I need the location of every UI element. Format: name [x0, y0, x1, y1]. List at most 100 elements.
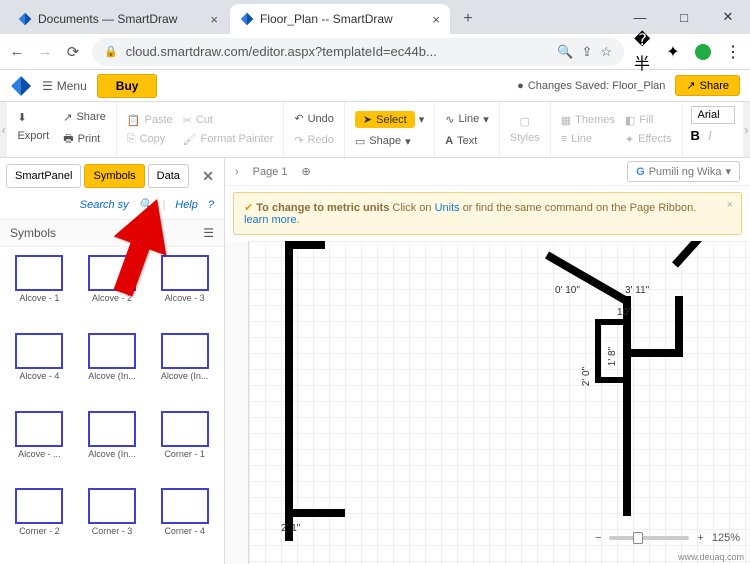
check-icon: ●: [517, 80, 524, 92]
print-button[interactable]: 🖶Print: [63, 130, 106, 149]
share-button[interactable]: ↗ Share: [675, 75, 740, 96]
ribbon-scroll-right[interactable]: ›: [743, 102, 750, 157]
extensions-puzzle-icon[interactable]: ✦: [664, 43, 682, 61]
fill-button[interactable]: ◧Fill: [625, 114, 672, 127]
paste-icon: 📋: [127, 114, 141, 127]
dimension-label: 2' 0": [581, 367, 592, 386]
fill-icon: ◧: [625, 114, 635, 127]
learn-more-link[interactable]: learn more: [244, 214, 297, 226]
share-ribbon-button[interactable]: ↗Share: [63, 111, 106, 124]
effects-button[interactable]: ✦Effects: [625, 133, 672, 146]
forward-button[interactable]: →: [36, 43, 54, 60]
undo-icon: ↶: [294, 112, 303, 125]
maximize-button[interactable]: □: [662, 0, 706, 34]
font-select[interactable]: Arial: [691, 106, 735, 124]
extension-icon-1[interactable]: �半: [634, 43, 652, 61]
download-icon: ⬇: [17, 111, 26, 124]
ribbon-group-tools: ➤Select▾ ▭Shape▾: [345, 102, 435, 157]
expand-icon[interactable]: ›: [235, 166, 239, 178]
smartdraw-favicon-icon: [18, 12, 32, 26]
themes-button[interactable]: ▦Themes: [561, 114, 615, 127]
export-button[interactable]: ⬇: [17, 111, 49, 124]
zoom-control: − + 125%: [595, 532, 740, 544]
watermark: www.deuaq.com: [678, 552, 744, 562]
reload-button[interactable]: ⟳: [64, 43, 82, 61]
menu-button[interactable]: ☰ Menu: [42, 79, 87, 93]
symbol-item[interactable]: Corner - 1: [149, 407, 220, 483]
back-button[interactable]: ←: [8, 43, 26, 60]
symbol-item[interactable]: Corner - 3: [77, 484, 148, 560]
symbol-item[interactable]: Alcove (In...: [149, 329, 220, 405]
zoom-out-button[interactable]: −: [595, 532, 601, 544]
shape-tool[interactable]: ▭Shape▾: [355, 135, 424, 148]
list-view-icon[interactable]: ☰: [203, 226, 214, 240]
italic-button[interactable]: I: [708, 128, 712, 143]
dimension-label: 3' 11": [625, 285, 649, 296]
canvas-top-bar: › Page 1 ⊕ G Pumili ng Wika ▾: [225, 158, 750, 186]
star-icon[interactable]: ☆: [600, 44, 612, 60]
panel-close-button[interactable]: ✕: [198, 168, 218, 185]
ribbon-scroll-left[interactable]: ‹: [0, 102, 7, 157]
symbol-item[interactable]: Alcove - ...: [4, 407, 75, 483]
cursor-icon: ➤: [363, 113, 372, 126]
bold-button[interactable]: B: [691, 128, 700, 143]
smartdraw-logo-icon[interactable]: [10, 75, 32, 97]
line-tool[interactable]: ∿Line▾: [445, 113, 489, 126]
line-style-button[interactable]: ≡Line: [561, 133, 615, 145]
browser-tab-2[interactable]: Floor_Plan -- SmartDraw ×: [230, 4, 450, 34]
symbol-item[interactable]: Alcove (In...: [77, 329, 148, 405]
close-window-button[interactable]: ✕: [706, 0, 750, 34]
ribbon-group-styles: ▢Styles: [500, 102, 551, 157]
chrome-menu-button[interactable]: ⋮: [724, 43, 742, 61]
close-icon[interactable]: ×: [210, 12, 218, 27]
tab-title: Floor_Plan -- SmartDraw: [260, 12, 393, 26]
symbol-item[interactable]: Corner - 2: [4, 484, 75, 560]
paste-button[interactable]: 📋Paste: [127, 114, 173, 127]
select-tool[interactable]: ➤Select▾: [355, 111, 424, 128]
buy-button[interactable]: Buy: [97, 74, 158, 98]
format-painter-button[interactable]: 🖌Format Painter: [183, 133, 274, 146]
tab-symbols[interactable]: Symbols: [84, 164, 144, 188]
cut-button[interactable]: ✂Cut: [183, 114, 274, 127]
close-icon[interactable]: ×: [432, 12, 440, 27]
symbol-item[interactable]: Alcove - 4: [4, 329, 75, 405]
ribbon-group-file: ⬇ Export ↗Share 🖶Print: [7, 102, 116, 157]
annotation-arrow: [110, 196, 180, 301]
new-tab-button[interactable]: +: [456, 7, 480, 31]
canvas-area: › Page 1 ⊕ G Pumili ng Wika ▾ ✔ To chang…: [225, 158, 750, 564]
chevron-down-icon[interactable]: ▾: [419, 113, 425, 126]
copy-button[interactable]: ⎘Copy: [127, 133, 173, 146]
symbol-item[interactable]: Alcove (In...: [77, 407, 148, 483]
cut-icon: ✂: [183, 114, 192, 127]
styles-button[interactable]: ▢Styles: [510, 115, 540, 144]
banner-close-button[interactable]: ×: [727, 199, 733, 211]
chevron-down-icon: ▾: [725, 165, 731, 178]
undo-button[interactable]: ↶Undo: [294, 112, 334, 125]
units-link[interactable]: Units: [435, 202, 460, 214]
search-url-icon[interactable]: 🔍: [557, 44, 573, 60]
language-button[interactable]: G Pumili ng Wika ▾: [627, 161, 740, 182]
ribbon-group-draw: ∿Line▾ AText: [435, 102, 500, 157]
symbol-item[interactable]: Alcove - 1: [4, 251, 75, 327]
symbol-item[interactable]: Corner - 4: [149, 484, 220, 560]
share-url-icon[interactable]: ⇪: [581, 44, 592, 60]
text-tool[interactable]: AText: [445, 135, 489, 147]
page-label[interactable]: Page 1: [253, 166, 288, 178]
help-icon[interactable]: ?: [208, 199, 214, 211]
chevron-down-icon[interactable]: ▾: [483, 113, 489, 126]
tab-data[interactable]: Data: [148, 164, 189, 188]
drawing-canvas[interactable]: 0' 10" 3' 11" 10" 2' 0" 1' 8" 2' 1" − + …: [225, 241, 750, 564]
styles-icon: ▢: [520, 115, 530, 128]
tab-smartpanel[interactable]: SmartPanel: [6, 164, 81, 188]
redo-button[interactable]: ↷Redo: [294, 134, 334, 147]
zoom-slider[interactable]: [609, 536, 689, 540]
browser-tab-1[interactable]: Documents — SmartDraw ×: [8, 4, 228, 34]
lock-icon: 🔒: [104, 45, 118, 58]
chevron-down-icon[interactable]: ▾: [405, 135, 411, 148]
app-header: ☰ Menu Buy ● Changes Saved: Floor_Plan ↗…: [0, 70, 750, 102]
dimension-label: 10": [617, 307, 632, 318]
add-page-button[interactable]: ⊕: [302, 165, 311, 178]
extension-icon-2[interactable]: [694, 43, 712, 61]
zoom-in-button[interactable]: +: [697, 532, 703, 544]
url-input[interactable]: 🔒 cloud.smartdraw.com/editor.aspx?templa…: [92, 38, 624, 66]
